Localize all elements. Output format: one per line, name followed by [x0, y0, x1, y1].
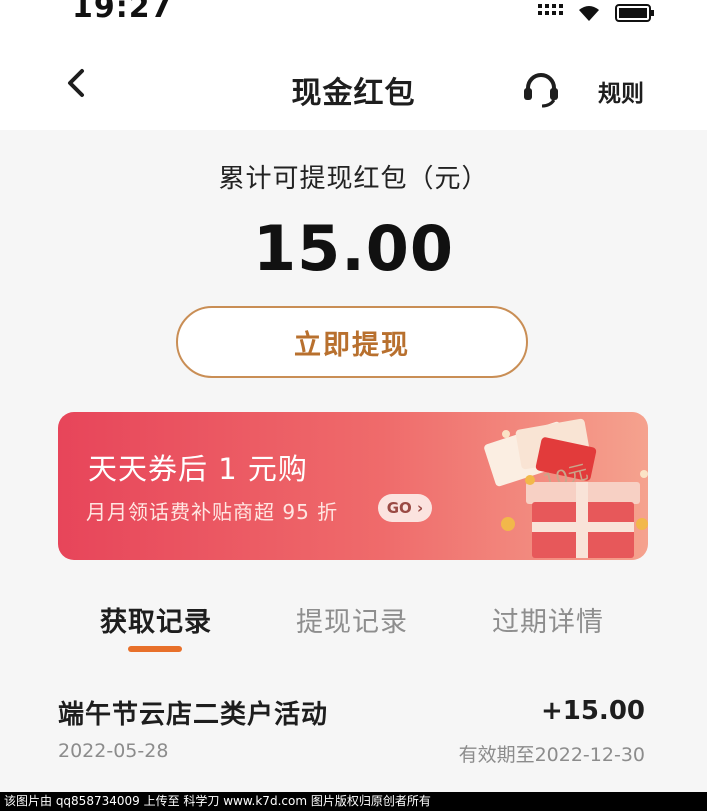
- status-bar: 19:27: [0, 0, 707, 28]
- promo-banner[interactable]: 天天券后 1 元购 月月领话费补贴商超 95 折 GO › 10元: [58, 412, 648, 560]
- wifi-icon: [577, 4, 601, 22]
- nav-bar: 现金红包 规则: [0, 28, 707, 130]
- chevron-right-icon: ›: [411, 499, 424, 517]
- record-title: 端午节云店二类户活动: [58, 700, 329, 730]
- gift-box-icon: 10元: [448, 412, 648, 560]
- watermark-bar: 该图片由 qq858734009 上传至 科学刀 www.k7d.com 图片版…: [0, 792, 707, 811]
- record-date: 2022-05-28: [58, 740, 169, 762]
- balance-amount: 15.00: [252, 212, 455, 285]
- promo-subtitle: 月月领话费补贴商超 95 折: [86, 500, 339, 524]
- promo-title: 天天券后 1 元购: [88, 452, 308, 486]
- back-arrow-icon[interactable]: [62, 68, 92, 98]
- battery-icon: [615, 4, 655, 22]
- tab-earn-records[interactable]: 获取记录: [100, 600, 212, 639]
- go-label: GO: [386, 499, 412, 517]
- record-amount: +15.00: [540, 696, 645, 726]
- active-tab-indicator: [128, 646, 182, 652]
- balance-label: 累计可提现红包（元）: [218, 164, 489, 194]
- status-icons: [538, 4, 655, 22]
- withdraw-button[interactable]: 立即提现: [176, 306, 528, 378]
- cash-red-packet-screen: 19:27 现金红包 规则 累计可提现红包（元） 15.00 立即提现 天天券后…: [0, 0, 707, 811]
- status-time: 19:27: [72, 0, 173, 25]
- tab-expired-details[interactable]: 过期详情: [492, 600, 604, 639]
- record-tabs: 获取记录 提现记录 过期详情: [0, 600, 707, 660]
- tab-withdraw-records[interactable]: 提现记录: [296, 600, 408, 639]
- record-expiry: 有效期至2022-12-30: [458, 744, 645, 766]
- go-button[interactable]: GO ›: [378, 494, 432, 522]
- headset-icon[interactable]: [520, 68, 562, 110]
- signal-icon: [538, 4, 563, 15]
- rules-link[interactable]: 规则: [598, 74, 644, 108]
